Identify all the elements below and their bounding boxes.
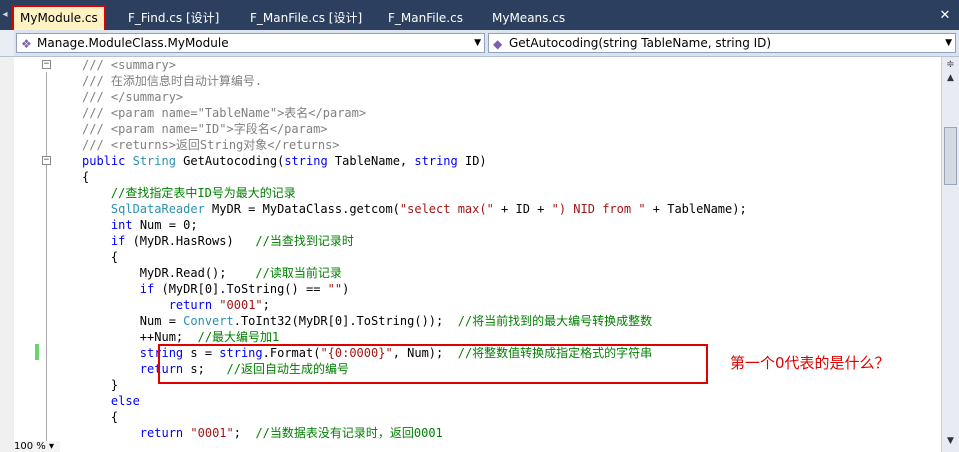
code-line-text: /// <summary> [82, 58, 176, 72]
code-line-text: ++Num; //最大编号加1 [82, 330, 280, 344]
code-line: /// <param name="TableName">表名</param> [82, 105, 366, 121]
code-line-text: public String GetAutocoding(string Table… [82, 154, 487, 168]
code-line: MyDR.Read(); //读取当前记录 [82, 265, 342, 281]
code-line-text: { [82, 410, 119, 424]
code-line: /// <param name="ID">字段名</param> [82, 121, 328, 137]
code-editor[interactable]: − − /// <summary> /// 在添加信息时自动计算编号. /// … [0, 57, 941, 452]
code-line-text: SqlDataReader MyDR = MyDataClass.getcom(… [110, 202, 747, 216]
class-dropdown-value: Manage.ModuleClass.MyModule [37, 36, 229, 50]
code-line: return "0001"; [82, 297, 270, 313]
code-line: SqlDataReader MyDR = MyDataClass.getcom(… [82, 201, 747, 217]
document-tab-strip: ◂ MyModule.cs F_Find.cs [设计] F_ManFile.c… [0, 0, 959, 30]
member-dropdown[interactable]: ◆ GetAutocoding(string TableName, string… [488, 33, 956, 53]
code-line-text: else [110, 394, 140, 408]
code-line-text: if (MyDR.HasRows) //当查找到记录时 [110, 234, 354, 248]
code-line-text: /// </summary> [82, 90, 184, 104]
code-line-text: if (MyDR[0].ToString() == "") [139, 282, 350, 296]
code-line: ++Num; //最大编号加1 [82, 329, 279, 345]
class-dropdown[interactable]: ❖ Manage.ModuleClass.MyModule ▼ [16, 33, 485, 53]
chevron-down-icon[interactable]: ▼ [474, 34, 481, 52]
code-line: //查找指定表中ID号为最大的记录 [82, 185, 296, 201]
tab-label: F_ManFile.cs [设计] [250, 11, 363, 25]
code-line: /// <returns>返回String对象</returns> [82, 137, 340, 153]
code-line: if (MyDR.HasRows) //当查找到记录时 [82, 233, 354, 249]
code-line-text: return "0001"; //当数据表没有记录时，返回0001 [139, 426, 443, 440]
change-indicator [35, 344, 39, 360]
collapse-icon[interactable]: − [42, 60, 51, 69]
annotation-question: 第一个0代表的是什么？ [730, 354, 890, 372]
chevron-down-icon[interactable]: ▼ [945, 34, 952, 52]
code-line: { [82, 409, 118, 425]
code-line: /// </summary> [82, 89, 183, 105]
code-line: /// 在添加信息时自动计算编号. [82, 73, 262, 89]
code-line: } [82, 377, 118, 393]
tab-mymodule-cs[interactable]: MyModule.cs [12, 5, 106, 30]
code-line-text: Num = Convert.ToInt32(MyDR[0].ToString()… [82, 314, 653, 328]
tab-label: MyMeans.cs [492, 11, 566, 25]
zoom-dropdown[interactable]: 100 % ▾ [14, 441, 60, 452]
tab-f-find-design[interactable]: F_Find.cs [设计] [122, 7, 225, 30]
tab-mymeans-cs[interactable]: MyMeans.cs [486, 7, 571, 30]
code-line: { [82, 169, 89, 185]
outline-guide [46, 72, 47, 452]
tab-label: F_ManFile.cs [388, 11, 463, 25]
code-line-text: int Num = 0; [110, 218, 198, 232]
code-line-text: /// <param name="ID">字段名</param> [82, 122, 328, 136]
class-icon: ❖ [21, 37, 32, 51]
code-line-text: /// <returns>返回String对象</returns> [82, 138, 340, 152]
scroll-thumb[interactable] [944, 127, 957, 185]
method-icon: ◆ [493, 37, 503, 51]
member-dropdown-value: GetAutocoding(string TableName, string I… [509, 36, 772, 50]
tab-f-manfile-design[interactable]: F_ManFile.cs [设计] [244, 7, 368, 30]
nav-gutter [0, 30, 14, 56]
code-line: Num = Convert.ToInt32(MyDR[0].ToString()… [82, 313, 652, 329]
tab-label: F_Find.cs [设计] [128, 11, 220, 25]
code-line: else [82, 393, 140, 409]
highlight-annotation-box [158, 344, 708, 384]
scroll-up-icon[interactable]: ▲ [944, 72, 957, 84]
code-line: int Num = 0; [82, 217, 198, 233]
code-line: { [82, 249, 118, 265]
tab-f-manfile-cs[interactable]: F_ManFile.cs [382, 7, 469, 30]
vertical-scrollbar[interactable]: ≑ ▲ ▼ [941, 57, 959, 452]
code-line-text: { [82, 170, 90, 184]
code-line-text: MyDR.Read(); //读取当前记录 [82, 266, 342, 280]
code-line-text: //查找指定表中ID号为最大的记录 [110, 186, 296, 200]
code-line-text: { [82, 250, 119, 264]
code-line: public String GetAutocoding(string Table… [82, 153, 487, 169]
tab-label: MyModule.cs [20, 11, 98, 25]
zoom-level: 100 % [14, 441, 46, 452]
indicator-margin [0, 57, 14, 452]
scroll-down-icon[interactable]: ▼ [944, 435, 957, 447]
collapse-icon[interactable]: − [42, 156, 51, 165]
close-icon[interactable]: ✕ [938, 9, 952, 23]
navigation-bar: ❖ Manage.ModuleClass.MyModule ▼ ◆ GetAut… [0, 30, 959, 57]
code-line-text: /// <param name="TableName">表名</param> [82, 106, 367, 120]
split-handle-icon[interactable]: ≑ [944, 59, 957, 71]
code-line: if (MyDR[0].ToString() == "") [82, 281, 350, 297]
code-line: return "0001"; //当数据表没有记录时，返回0001 [82, 425, 443, 441]
code-line-text: return "0001"; [168, 298, 270, 312]
code-line-text: } [82, 378, 119, 392]
tab-scroll-left-icon[interactable]: ◂ [0, 8, 10, 22]
code-line: /// <summary> [82, 57, 176, 73]
code-line-text: /// 在添加信息时自动计算编号. [82, 74, 263, 88]
